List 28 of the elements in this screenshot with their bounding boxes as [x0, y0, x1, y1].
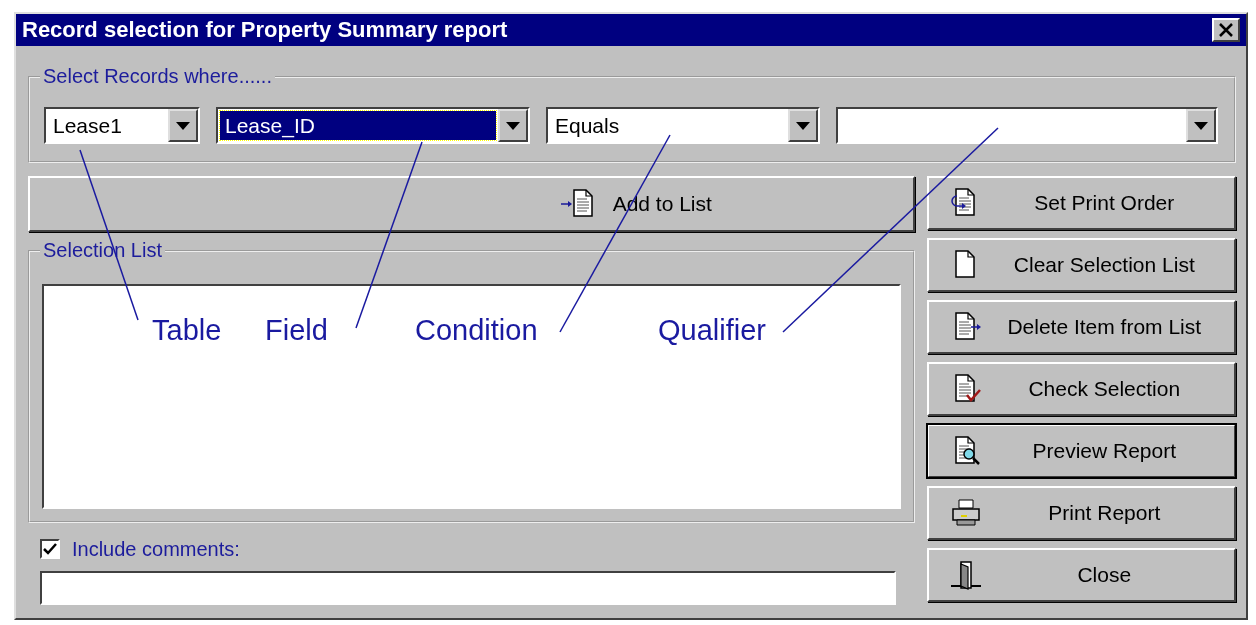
- dropdown-field[interactable]: [836, 107, 1218, 144]
- door-icon: [948, 558, 983, 592]
- action-button[interactable]: Delete Item from List: [926, 300, 1236, 354]
- comments-field[interactable]: [40, 571, 896, 605]
- close-button[interactable]: [1212, 18, 1240, 42]
- action-button[interactable]: Close: [926, 548, 1236, 602]
- caret-icon: [176, 121, 190, 130]
- window-title: Record selection for Property Summary report: [22, 17, 508, 43]
- close-icon: [1218, 23, 1234, 37]
- checkbox-label: Include comments:: [72, 537, 240, 561]
- annotation-label: Qualifier: [658, 313, 766, 348]
- action-button[interactable]: Clear Selection List: [926, 238, 1236, 292]
- dropdown-field[interactable]: Equals: [546, 107, 820, 144]
- action-button[interactable]: Print Report: [926, 486, 1236, 540]
- dropdown-field[interactable]: Lease1: [44, 107, 200, 144]
- dropdown-field[interactable]: Lease_ID: [216, 107, 530, 144]
- checkbox[interactable]: [40, 539, 60, 559]
- action-button[interactable]: Set Print Order: [926, 176, 1236, 230]
- caret-icon: [506, 121, 520, 130]
- caret-icon: [796, 121, 810, 130]
- action-button[interactable]: Preview Report: [926, 424, 1236, 478]
- annotation-label: Condition: [415, 313, 538, 348]
- caret-icon: [1194, 121, 1208, 130]
- annotation-label: Field: [265, 313, 328, 348]
- action-button[interactable]: Check Selection: [926, 362, 1236, 416]
- check-icon: [43, 543, 57, 555]
- selection-listbox[interactable]: [42, 284, 901, 509]
- annotation-label: Table: [152, 313, 222, 348]
